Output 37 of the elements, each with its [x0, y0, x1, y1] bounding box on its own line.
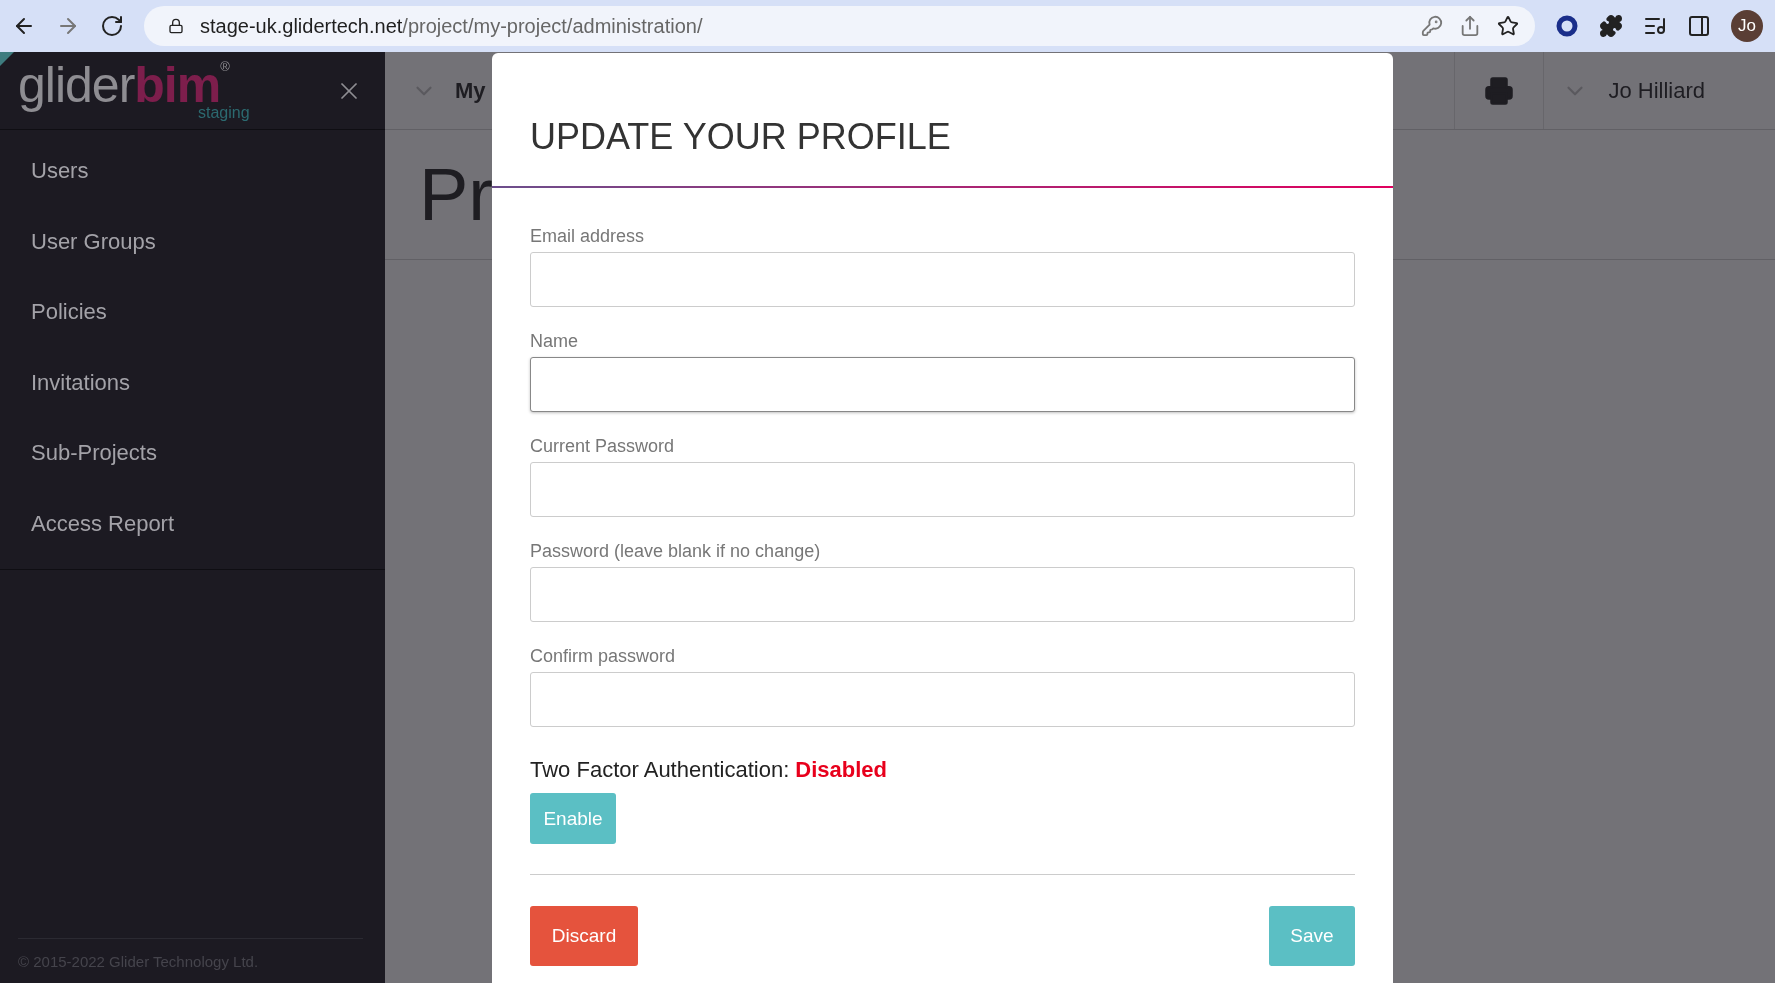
dialog-title: UPDATE YOUR PROFILE — [530, 116, 951, 158]
lock-icon — [168, 18, 184, 34]
side-panel-icon[interactable] — [1687, 14, 1711, 38]
logo-text: glider — [18, 59, 135, 110]
url-text: stage-uk.glidertech.net/project/my-project/administration/ — [200, 14, 704, 38]
input-field[interactable] — [530, 672, 1355, 727]
corner-triangle — [0, 52, 14, 66]
puzzle-icon[interactable] — [1599, 14, 1623, 38]
field-label: Email address — [530, 226, 646, 247]
input-field[interactable] — [530, 462, 1355, 517]
field-label: Current Password — [530, 436, 676, 457]
share-icon[interactable] — [1459, 15, 1481, 37]
star-icon[interactable] — [1497, 15, 1519, 37]
project-name[interactable]: My — [455, 77, 486, 104]
two-factor-status: Disabled — [795, 757, 887, 783]
field-label: Name — [530, 331, 579, 352]
input-field[interactable] — [530, 252, 1355, 307]
field-label: Confirm password — [530, 646, 677, 667]
input-field[interactable] — [530, 357, 1355, 412]
input-field[interactable] — [530, 567, 1355, 622]
address-bar[interactable]: stage-uk.glidertech.net/project/my-project/administration/ — [144, 6, 1535, 46]
registered-mark: ® — [220, 59, 230, 73]
sidebar-item[interactable]: User Groups — [0, 206, 385, 277]
key-icon[interactable] — [1421, 15, 1443, 37]
discard-button[interactable]: Discard — [530, 906, 638, 966]
ring-icon[interactable] — [1555, 14, 1579, 38]
profile-avatar[interactable]: Jo — [1731, 10, 1763, 42]
sidebar-item[interactable]: Access Report — [0, 488, 385, 559]
user-menu[interactable]: Jo Hilliard — [1544, 77, 1775, 104]
sidebar-item[interactable]: Policies — [0, 277, 385, 348]
sidebar-item[interactable]: Sub-Projects — [0, 418, 385, 489]
page-title: Pr — [419, 152, 493, 237]
field-label: Password (leave blank if no change) — [530, 541, 822, 562]
reload-icon[interactable] — [100, 14, 124, 38]
sidebar-item[interactable]: Users — [0, 136, 385, 207]
two-factor-label: Two Factor Authentication: — [530, 757, 790, 783]
sidebar-item[interactable]: Invitations — [0, 347, 385, 418]
